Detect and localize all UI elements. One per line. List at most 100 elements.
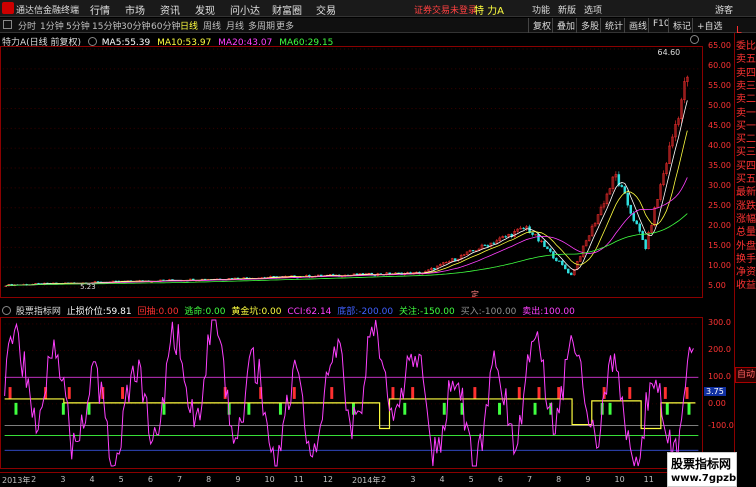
signal-bar-green: [87, 402, 91, 415]
candle-body: [445, 262, 448, 264]
toolbar-draw-button[interactable]: 画线: [624, 18, 650, 33]
period-1min[interactable]: 1分钟: [40, 19, 64, 32]
date-tick: 2: [31, 475, 37, 484]
price-tick: 15.00: [708, 241, 731, 250]
chart-zoom-icon[interactable]: [690, 35, 699, 44]
toolbar-adjust-button[interactable]: 复权: [528, 18, 554, 33]
candle-body: [632, 213, 635, 222]
price-tick: 5.00: [708, 281, 726, 290]
period-15min[interactable]: 15分钟: [92, 19, 121, 32]
sidebar-top-label: L: [736, 25, 742, 36]
sidebar-quote-label: 买一: [736, 120, 756, 132]
signal-bar-red: [628, 387, 632, 399]
signal-bar-green: [61, 402, 65, 415]
candle-body: [555, 257, 558, 262]
price-tick: 35.00: [708, 161, 731, 170]
indicator-title: 股票指标网: [15, 307, 61, 317]
menu-guest[interactable]: 游客: [715, 3, 733, 16]
signal-bar-red: [330, 387, 334, 399]
signal-bar-green: [498, 402, 502, 415]
candle-body: [564, 264, 567, 270]
candle-body: [471, 250, 475, 252]
candle-body: [638, 223, 641, 232]
indicator-tick: 0.00: [708, 399, 726, 408]
sidebar-quote-label: 总量: [736, 227, 756, 239]
signal-bar-green: [608, 402, 612, 415]
date-tick: 10: [614, 475, 625, 484]
candle-body: [537, 234, 540, 242]
price-tick: 20.00: [708, 221, 731, 230]
indicator-chart[interactable]: [0, 317, 703, 469]
settings-icon[interactable]: [87, 37, 97, 46]
period-more[interactable]: 更多: [276, 19, 294, 32]
price-tick: 40.00: [708, 141, 731, 150]
menu-item-trade[interactable]: 交易: [316, 2, 336, 17]
candle-body: [522, 227, 525, 229]
signal-bars: [8, 387, 691, 415]
menu-options[interactable]: 选项: [584, 3, 602, 16]
menu-item-market[interactable]: 市场: [125, 2, 145, 17]
candle-body: [433, 267, 436, 270]
period-multi[interactable]: 多周期: [248, 19, 275, 32]
menu-item-news[interactable]: 资讯: [160, 2, 180, 17]
sidebar-quote-label: 换手: [736, 253, 756, 265]
candle-body: [486, 245, 490, 247]
date-tick: 2013年: [2, 476, 31, 485]
signal-bar-green: [533, 402, 537, 415]
toolbar-multi-stock-button[interactable]: 多股: [576, 18, 602, 33]
date-tick: 3: [410, 475, 416, 484]
candle-body: [620, 185, 624, 187]
date-tick: 10: [264, 475, 275, 484]
period-daily[interactable]: 日线: [180, 19, 198, 32]
menu-item-ask[interactable]: 问小达: [230, 2, 260, 17]
date-tick: 2: [381, 475, 387, 484]
toolbar-mark-button[interactable]: 标记: [668, 18, 694, 33]
auto-button[interactable]: 自动: [735, 367, 756, 383]
menu-item-quotes[interactable]: 行情: [90, 2, 110, 17]
period-weekly[interactable]: 周线: [203, 19, 221, 32]
price-tick: 60.00: [708, 61, 731, 70]
menu-item-discover[interactable]: 发现: [195, 2, 215, 17]
date-tick: 7: [177, 475, 183, 484]
menu-new-version[interactable]: 新版: [558, 3, 576, 16]
sidebar-quote-label: 委比: [736, 41, 756, 52]
candle-body: [549, 248, 552, 252]
date-axis: 2013年234567891011122014年23456789101112: [0, 472, 703, 487]
indicator-info: 股票指标网 止损价位:59.81 回抽:0.00 逃命:0.00 黄金坑:0.0…: [2, 304, 575, 317]
layout-icon[interactable]: [3, 20, 12, 29]
price-chart[interactable]: 64.60 5.23 定: [0, 46, 703, 298]
indicator-tick: 200.0: [708, 345, 731, 354]
field-cci: CCI:62.14: [287, 307, 332, 317]
menu-item-wealth[interactable]: 财富圈: [272, 2, 302, 17]
toolbar-stats-button[interactable]: 统计: [600, 18, 626, 33]
sidebar-quote-label: 买二: [736, 134, 756, 146]
period-intraday[interactable]: 分时: [18, 19, 36, 32]
toolbar-overlay-button[interactable]: 叠加: [552, 18, 578, 33]
period-monthly[interactable]: 月线: [226, 19, 244, 32]
period-5min[interactable]: 5分钟: [66, 19, 90, 32]
signal-bar-red: [685, 387, 689, 399]
period-60min[interactable]: 60分钟: [151, 19, 180, 32]
date-tick: 12: [322, 475, 334, 484]
signal-bar-red: [663, 387, 667, 399]
toolbar-add-favorite-button[interactable]: +自选: [692, 18, 726, 33]
signal-bar-green: [687, 402, 691, 415]
field-pullback: 回抽:0.00: [137, 307, 179, 317]
candle-body: [504, 236, 508, 238]
field-watch: 关注:-150.00: [398, 307, 455, 317]
indicator-settings-icon[interactable]: [2, 306, 11, 315]
login-warning[interactable]: 证券交易未登录: [414, 3, 477, 16]
candle-body: [453, 258, 457, 261]
candle-body: [570, 272, 573, 276]
period-30min[interactable]: 30分钟: [121, 19, 150, 32]
date-tick: 9: [235, 475, 241, 484]
candle-body: [567, 268, 570, 274]
ma60-line: [5, 213, 688, 287]
watermark-title: 股票指标网: [671, 457, 732, 471]
signal-bar-green: [14, 402, 18, 415]
indicator-axis: 300.0 200.0 100.0 0.00 -100.0 3.75: [704, 317, 734, 469]
field-sell: 卖出:100.00: [522, 307, 575, 317]
date-tick: 5: [118, 475, 124, 484]
menu-function[interactable]: 功能: [532, 3, 550, 16]
price-tick: 45.00: [708, 121, 731, 130]
